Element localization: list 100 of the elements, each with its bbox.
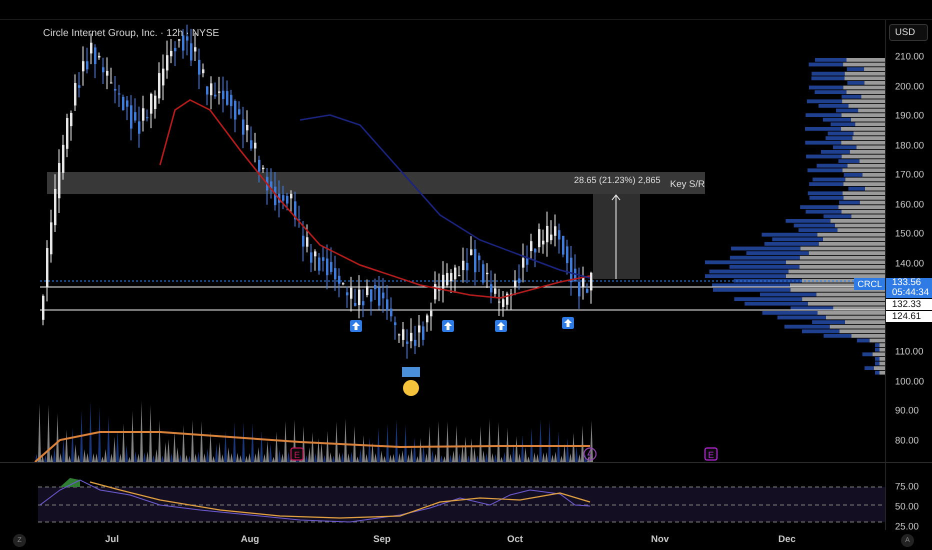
candlestick	[286, 192, 288, 211]
candlestick	[466, 248, 468, 284]
candlestick	[166, 40, 168, 80]
chart-title: Circle Internet Group, Inc. · 12h · NYSE	[43, 28, 220, 39]
candlestick	[158, 62, 160, 104]
candlestick	[538, 223, 540, 254]
candlestick	[98, 52, 100, 60]
up-arrow-icon	[562, 317, 574, 329]
candlestick	[66, 113, 68, 158]
candlestick	[526, 244, 528, 272]
candlestick	[570, 245, 572, 296]
candlestick	[58, 148, 60, 214]
candlestick	[310, 243, 312, 273]
candlestick	[214, 82, 216, 100]
up-arrow-icon	[350, 320, 362, 332]
candlestick	[238, 100, 240, 116]
candlestick	[206, 85, 208, 106]
price-axis-label: 180.00	[895, 140, 924, 152]
candlestick	[558, 223, 560, 254]
candlestick	[182, 28, 184, 60]
candlestick	[362, 288, 364, 318]
symbol-tag: CRCL	[854, 278, 885, 290]
candlestick	[414, 325, 416, 355]
price-axis-label: 110.00	[895, 346, 924, 358]
candlestick	[282, 185, 284, 210]
candlestick	[126, 96, 128, 121]
candlestick	[134, 98, 136, 124]
candlestick	[94, 44, 96, 79]
rsi-axis-label: 25.00	[895, 522, 919, 532]
candlestick	[178, 38, 180, 48]
candlestick	[218, 76, 220, 105]
candlestick	[298, 205, 300, 228]
candlestick	[170, 38, 172, 64]
price-axis-label: 190.00	[895, 110, 924, 122]
candlestick	[422, 321, 424, 346]
candlestick	[78, 72, 80, 98]
candlestick	[106, 56, 108, 90]
price-axis-label: 150.00	[895, 228, 924, 240]
candlestick	[530, 233, 532, 260]
time-axis-label: Aug	[240, 534, 260, 545]
candlestick	[254, 132, 256, 163]
candlestick	[586, 282, 588, 294]
candlestick	[234, 98, 236, 133]
candlestick	[146, 109, 148, 122]
time-axis-label: Jul	[105, 534, 119, 545]
candlestick	[86, 47, 88, 74]
price-level-tag: 124.61	[886, 311, 932, 322]
zone-label: Key S/R	[670, 179, 705, 190]
candlestick	[294, 191, 296, 227]
candlestick	[410, 318, 412, 349]
candlestick	[346, 286, 348, 308]
candlestick	[266, 168, 268, 206]
candlestick	[202, 62, 204, 78]
candlestick	[554, 214, 556, 247]
candlestick	[458, 266, 460, 277]
price-level-tag: 132.33	[886, 299, 932, 310]
last-price-tag: 133.56 05:44:34	[886, 278, 932, 298]
candlestick	[54, 174, 56, 233]
candlestick	[142, 95, 144, 132]
candlestick	[374, 278, 376, 300]
candlestick	[334, 255, 336, 292]
measure-label: 28.65 (21.23%) 2,865	[574, 175, 661, 185]
candlestick	[110, 67, 112, 84]
time-axis-label: Oct	[507, 534, 523, 545]
candlestick	[326, 244, 328, 290]
price-axis-label: 100.00	[895, 376, 924, 388]
price-axis-label: 160.00	[895, 199, 924, 210]
candlestick	[114, 76, 116, 104]
candlestick	[490, 270, 492, 304]
candlestick	[426, 313, 428, 332]
candlestick	[354, 288, 356, 308]
candlestick	[462, 247, 464, 284]
time-axis-label: Sep	[373, 534, 391, 545]
candlestick	[122, 94, 124, 112]
lightning-icon[interactable]	[583, 447, 597, 461]
candlestick	[250, 126, 252, 152]
candlestick	[50, 209, 52, 264]
price-axis-label: 90.00	[895, 406, 919, 417]
candlestick	[82, 46, 84, 86]
candlestick	[474, 240, 476, 286]
candlestick	[338, 268, 340, 298]
candlestick	[382, 278, 384, 314]
candlestick	[302, 220, 304, 262]
time-axis-label: Dec	[778, 534, 796, 545]
candlestick	[138, 106, 140, 148]
candlestick	[418, 314, 420, 348]
candlestick	[74, 74, 76, 112]
candlestick	[226, 80, 228, 106]
candlestick	[330, 246, 332, 275]
earnings-marker[interactable]: E	[290, 447, 304, 461]
currency-button[interactable]: USD	[889, 24, 928, 41]
earnings-marker[interactable]: E	[704, 447, 718, 461]
candlestick	[394, 316, 396, 340]
price-axis-label: 170.00	[895, 170, 924, 181]
candlestick	[242, 106, 244, 149]
candlestick	[154, 90, 156, 120]
up-arrow-icon	[442, 320, 454, 332]
candlestick	[290, 190, 292, 214]
candlestick	[246, 110, 248, 143]
candlestick	[118, 84, 120, 108]
